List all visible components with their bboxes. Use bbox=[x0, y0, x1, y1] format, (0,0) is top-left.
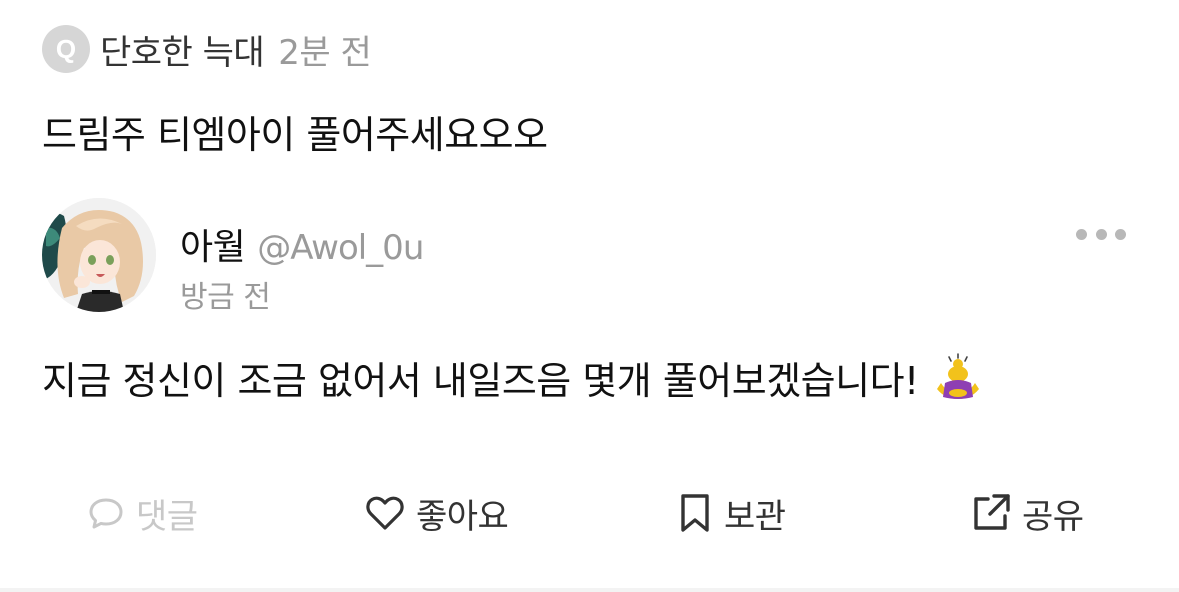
comment-label: 댓글 bbox=[136, 496, 198, 537]
question-author[interactable]: 단호한 늑대 bbox=[100, 25, 265, 74]
question-header: Q 단호한 늑대 2분 전 bbox=[42, 25, 372, 74]
answer-body: 지금 정신이 조금 없어서 내일즈음 몇개 풀어보겠습니다! bbox=[42, 350, 983, 405]
more-options-button[interactable] bbox=[1076, 220, 1126, 248]
question-badge-icon: Q bbox=[42, 25, 90, 73]
like-label: 좋아요 bbox=[416, 496, 509, 537]
share-label: 공유 bbox=[1022, 496, 1084, 537]
bookmark-button[interactable]: 보관 bbox=[676, 488, 786, 538]
answer-text: 지금 정신이 조금 없어서 내일즈음 몇개 풀어보겠습니다! bbox=[42, 359, 919, 403]
action-bar: 댓글 좋아요 보관 공유 bbox=[0, 488, 1179, 538]
like-button[interactable]: 좋아요 bbox=[364, 488, 509, 538]
avatar-illustration-icon bbox=[42, 198, 156, 312]
comment-button[interactable]: 댓글 bbox=[86, 488, 198, 538]
more-dot-icon bbox=[1095, 228, 1107, 240]
question-title: 드림주 티엠아이 풀어주세요오오 bbox=[42, 113, 548, 157]
post-card: Q 단호한 늑대 2분 전 드림주 티엠아이 풀어주세요오오 아월 @Awol_… bbox=[0, 0, 1179, 592]
author-handle[interactable]: @Awol_0u bbox=[257, 228, 424, 268]
more-dot-icon bbox=[1115, 228, 1126, 240]
share-button[interactable]: 공유 bbox=[970, 488, 1084, 538]
author-name[interactable]: 아월 bbox=[180, 218, 246, 270]
person-bowing-emoji-icon bbox=[936, 352, 979, 399]
share-icon bbox=[974, 494, 1010, 530]
more-dot-icon bbox=[1076, 228, 1087, 240]
answer-time: 방금 전 bbox=[180, 280, 271, 315]
bookmark-icon bbox=[681, 494, 709, 532]
answer-author: 아월 @Awol_0u bbox=[180, 218, 424, 270]
question-time: 2분 전 bbox=[278, 32, 372, 73]
heart-icon bbox=[366, 496, 404, 530]
avatar[interactable] bbox=[42, 198, 156, 312]
comment-icon bbox=[89, 498, 123, 529]
bookmark-label: 보관 bbox=[724, 496, 786, 537]
divider bbox=[0, 588, 1179, 592]
